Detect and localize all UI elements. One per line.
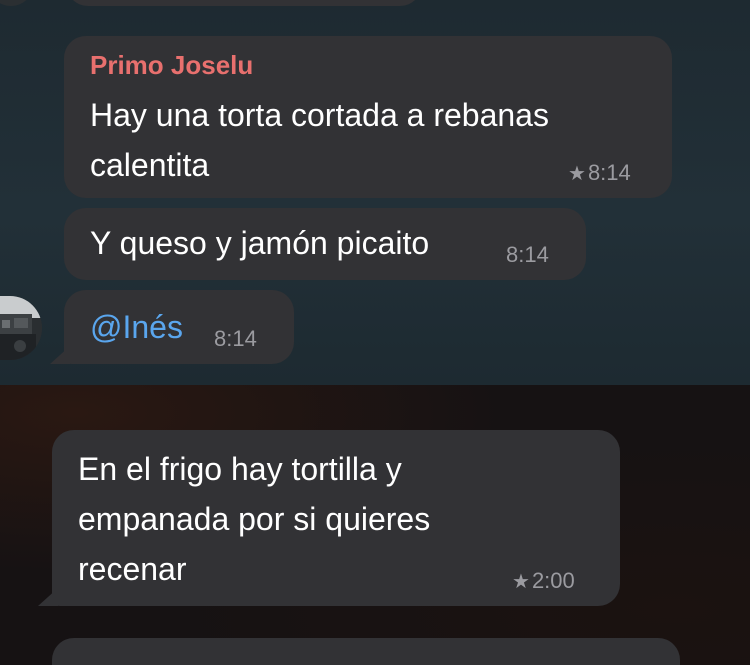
sender-name[interactable]: Primo Joselu [90,50,253,81]
chat-upper-section: Primo Joselu Hay una torta cortada a reb… [0,0,750,385]
star-icon: ★ [512,571,530,593]
message-text-line: empanada por si quieres [78,501,431,537]
avatar-photo [0,296,42,360]
message-timestamp: ★2:00 [512,568,575,593]
bubble-tail [38,588,58,606]
message-text: Y queso y jamón picaito [90,225,430,261]
message-bubble[interactable]: Primo Joselu Hay una torta cortada a reb… [64,36,672,198]
bubble-tail [50,346,70,364]
message-bubble[interactable]: En el frigo hay tortilla y empanada por … [52,430,620,606]
message-text-line: Hay una torta cortada a rebanas [90,97,549,133]
user-avatar[interactable] [0,296,42,360]
partial-avatar[interactable] [0,0,34,6]
message-timestamp: ★8:14 [568,160,631,185]
message-bubble-partial[interactable] [66,0,422,6]
message-text-line: recenar [78,551,187,587]
message-timestamp: 8:14 [214,326,257,351]
mention-link[interactable]: @Inés [90,302,183,352]
message-bubble-partial[interactable] [52,638,680,665]
chat-lower-section: En el frigo hay tortilla y empanada por … [0,385,750,665]
message-text-line: En el frigo hay tortilla y [78,451,402,487]
star-icon: ★ [568,163,586,185]
message-text-line: calentita [90,147,210,183]
message-bubble[interactable]: @Inés 8:14 [64,290,294,364]
message-timestamp: 8:14 [506,242,549,267]
message-bubble[interactable]: Y queso y jamón picaito 8:14 [64,208,586,280]
